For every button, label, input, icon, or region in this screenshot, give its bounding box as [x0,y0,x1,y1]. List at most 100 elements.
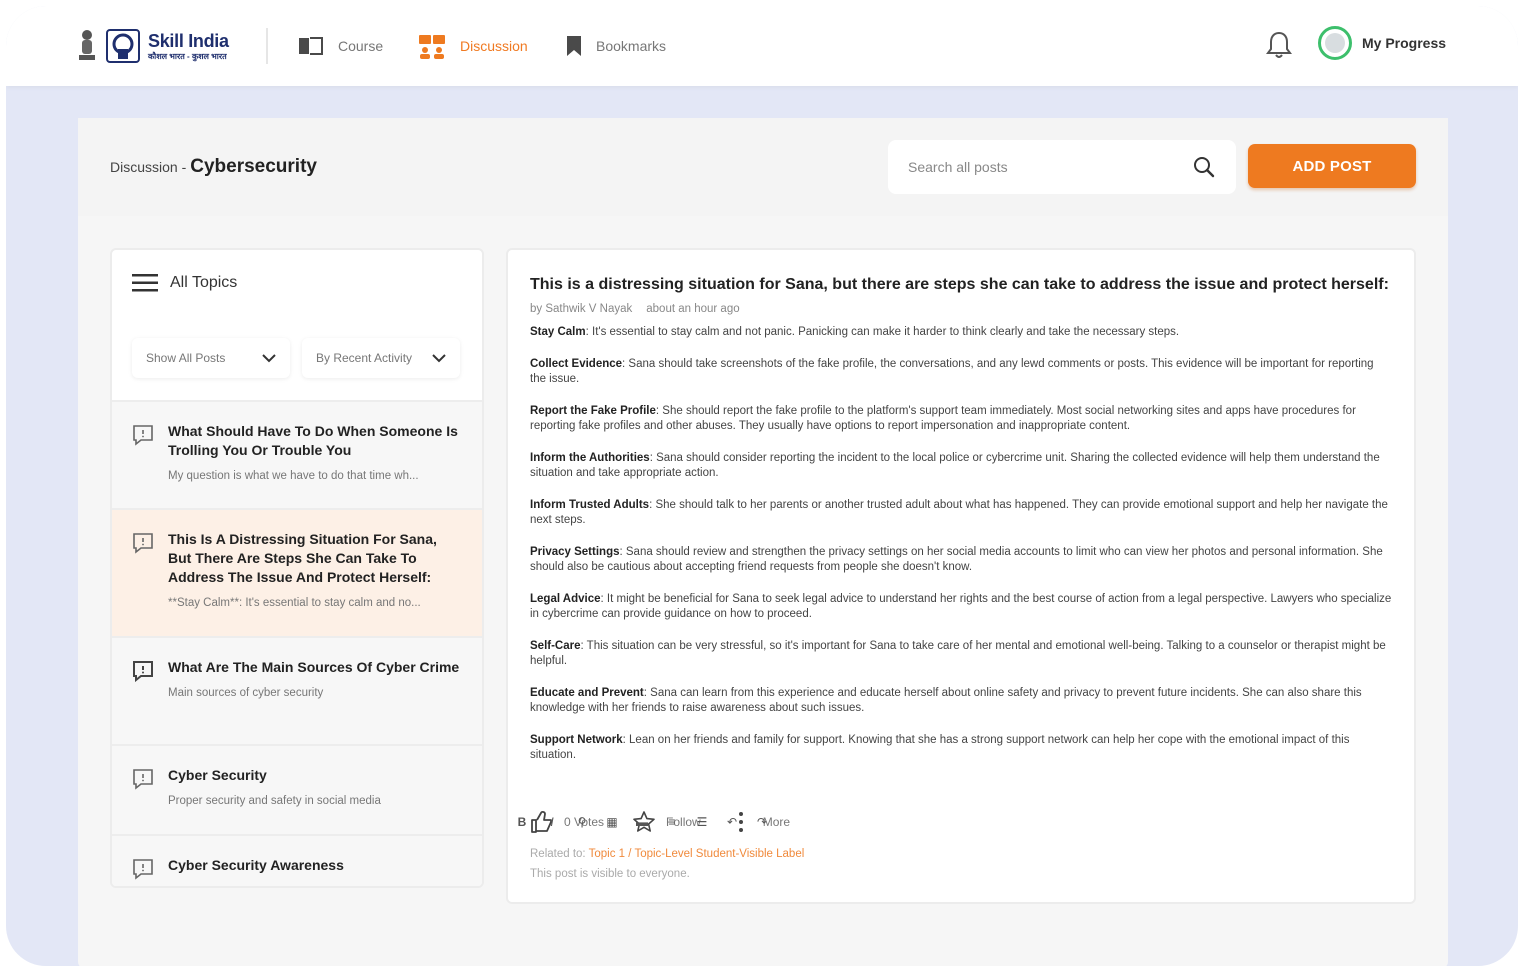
nav-bookmarks[interactable]: Bookmarks [566,32,666,60]
undo-icon[interactable]: ↶ [724,814,740,830]
my-progress-label: My Progress [1362,35,1447,51]
nav-course-label: Course [338,38,384,54]
post-paragraph: Privacy Settings: Sana should review and… [530,545,1392,575]
post-paragraph: Self-Care: This situation can be very st… [530,639,1392,669]
post-meta: by Sathwik V Nayak about an hour ago [530,303,1392,315]
progress-ring-icon [1318,26,1352,60]
comment-icon [133,425,153,446]
post-paragraph: Educate and Prevent: Sana can learn from… [530,686,1392,716]
bold-icon[interactable]: B [514,814,530,830]
post-paragraph: Legal Advice: It might be beneficial for… [530,592,1392,622]
topic-item[interactable]: What Should Have To Do When Someone Is T… [112,400,482,508]
post-panel: This is a distressing situation for Sana… [506,248,1416,904]
menu-icon[interactable] [132,272,158,294]
discussion-header: Discussion - Cybersecurity ADD POST [78,118,1448,216]
topic-title: Cyber Security [168,767,267,783]
topic-snippet: My question is what we have to do that t… [168,470,419,482]
post-body: Stay Calm: It's essential to stay calm a… [530,325,1392,763]
topic-list: What Should Have To Do When Someone Is T… [112,400,482,886]
nav-discussion-label: Discussion [460,38,528,54]
paragraph-heading: Legal Advice [530,593,601,605]
my-progress[interactable]: My Progress [1318,26,1446,60]
search-icon[interactable] [1192,155,1216,179]
ordered-list-icon[interactable]: ≡ [664,814,680,830]
code-icon[interactable]: ▬ [634,814,650,830]
topic-snippet: Main sources of cyber security [168,687,324,699]
paragraph-heading: Educate and Prevent [530,687,644,699]
sort-dropdown[interactable]: By Recent Activity [302,338,460,378]
link-icon[interactable]: ⚲ [574,814,590,830]
post-paragraph: Inform the Authorities: Sana should cons… [530,451,1392,481]
search-box[interactable] [888,140,1236,194]
discussion-icon [419,35,445,59]
topic-item[interactable]: What Are The Main Sources Of Cyber Crime… [112,636,482,744]
paragraph-text: : This situation can be very stressful, … [530,640,1386,667]
paragraph-heading: Inform Trusted Adults [530,499,650,511]
paragraph-heading: Stay Calm [530,326,586,338]
nav-divider [266,28,268,64]
chevron-down-icon [262,354,276,363]
discussion-main: Discussion - Cybersecurity ADD POST [78,118,1448,966]
topics-panel: All Topics Show All Posts By Recent Acti… [110,248,484,888]
paragraph-text: : She should talk to her parents or anot… [530,499,1388,526]
paragraph-text: : Sana should take screenshots of the fa… [530,358,1374,385]
show-posts-value: Show All Posts [146,351,226,365]
skill-india-emblem-icon [106,29,140,63]
search-input[interactable] [908,159,1192,175]
nav-bookmarks-label: Bookmarks [596,38,667,54]
comment-icon [133,661,153,682]
nav-course[interactable]: Course [298,32,383,60]
related-to: Related to: Topic 1 / Topic-Level Studen… [530,848,804,860]
paragraph-text: : Sana should consider reporting the inc… [530,452,1380,479]
paragraph-heading: Report the Fake Profile [530,405,656,417]
related-topic-link[interactable]: Topic 1 / Topic-Level Student-Visible La… [589,848,805,860]
paragraph-text: : Lean on her friends and family for sup… [530,734,1350,761]
paragraph-heading: Inform the Authorities [530,452,650,464]
show-posts-dropdown[interactable]: Show All Posts [132,338,290,378]
post-author[interactable]: by Sathwik V Nayak [530,303,632,315]
paragraph-heading: Collect Evidence [530,358,623,370]
app-frame: Skill India कौशल भारत - कुशल भारत Course… [6,6,1518,966]
paragraph-text: : It's essential to stay calm and not pa… [585,326,1180,338]
post-title: This is a distressing situation for Sana… [530,276,1389,293]
paragraph-heading: Support Network [530,734,623,746]
notification-bell-icon[interactable] [1266,30,1292,60]
sort-value: By Recent Activity [316,351,413,365]
topics-title: All Topics [170,274,238,291]
comment-icon [133,533,153,554]
comment-icon [133,859,153,880]
post-paragraph: Collect Evidence: Sana should take scree… [530,357,1392,387]
bullet-list-icon[interactable]: ☰ [694,814,710,830]
paragraph-text: : Sana should review and strengthen the … [530,546,1383,573]
nav-discussion[interactable]: Discussion [418,32,528,60]
topic-title: What Are The Main Sources Of Cyber Crime [168,659,460,675]
national-emblem-icon [79,30,95,60]
image-icon[interactable]: ▦ [604,814,620,830]
topic-title: What Should Have To Do When Someone Is T… [168,423,458,458]
topic-item[interactable]: Cyber Security Awareness [112,834,482,886]
post-paragraph: Stay Calm: It's essential to stay calm a… [530,325,1392,340]
topic-snippet: **Stay Calm**: It's essential to stay ca… [168,597,421,609]
brand-name: Skill India [148,30,229,51]
topics-header: All Topics [132,272,237,294]
italic-icon[interactable]: I [544,814,560,830]
topic-item[interactable]: Cyber Security Proper security and safet… [112,744,482,834]
topic-title: This Is A Distressing Situation For Sana… [168,531,437,585]
topic-item-selected[interactable]: This Is A Distressing Situation For Sana… [112,508,482,636]
paragraph-heading: Self-Care [530,640,581,652]
bookmark-icon [567,36,581,56]
brand-logo[interactable]: Skill India कौशल भारत - कुशल भारत [76,26,229,66]
add-post-button[interactable]: ADD POST [1248,144,1416,188]
breadcrumb-parent[interactable]: Discussion - [110,159,186,175]
post-paragraph: Report the Fake Profile: She should repo… [530,404,1392,434]
book-icon [299,37,323,55]
editor-toolbar: B I ⚲ ▦ ▬ ≡ ☰ ↶ ↷ [514,814,770,830]
redo-icon[interactable]: ↷ [754,814,770,830]
post-time: about an hour ago [646,303,740,315]
brand-tagline: कौशल भारत - कुशल भारत [148,51,227,61]
topic-title: Cyber Security Awareness [168,857,344,873]
post-paragraph: Inform Trusted Adults: She should talk t… [530,498,1392,528]
paragraph-text: : Sana can learn from this experience an… [530,687,1362,714]
page-title: Cybersecurity [190,156,317,177]
paragraph-heading: Privacy Settings [530,546,620,558]
